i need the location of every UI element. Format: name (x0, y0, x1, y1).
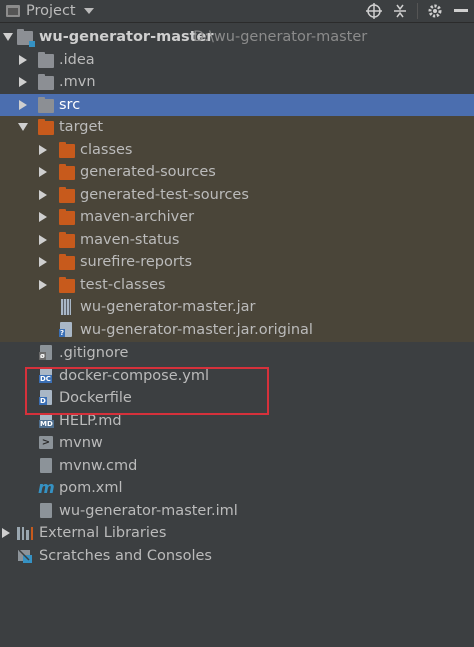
excluded-folder-icon (59, 141, 75, 158)
folder-icon (38, 96, 54, 113)
chevron-down-icon[interactable] (83, 8, 94, 14)
tree-row-maven-archiver[interactable]: maven-archiver (0, 206, 474, 229)
toolbar-divider (417, 3, 418, 19)
tree-item-label: pom.xml (59, 480, 123, 497)
tree-item-label: .mvn (59, 74, 96, 91)
root-label: wu-generator-master (39, 29, 214, 46)
text-file-icon (40, 457, 52, 473)
tree-item-label: wu-generator-master.iml (59, 502, 238, 519)
tree-item-label: surefire-reports (80, 254, 193, 271)
folder-icon (38, 51, 54, 68)
highlight-box (25, 367, 269, 415)
tree-row-generated-test-sources[interactable]: generated-test-sources (0, 183, 474, 206)
expand-arrow-icon[interactable] (19, 54, 27, 65)
excluded-folder-icon (59, 254, 75, 270)
tree-item-label: .gitignore (59, 345, 129, 362)
expand-arrow-icon[interactable] (39, 144, 47, 155)
project-tool-header: Project (0, 0, 474, 23)
tree-row-src[interactable]: src (0, 93, 474, 116)
expand-arrow-icon[interactable] (19, 77, 27, 87)
tree-row-jar-original[interactable]: ? wu-generator-master.jar.original (0, 318, 474, 342)
tree-row-mvnw[interactable]: > mvnw (0, 432, 474, 455)
excluded-folder-icon (59, 164, 75, 180)
tree-item-label: generated-sources (80, 164, 216, 181)
tree-row-classes[interactable]: classes (0, 138, 474, 161)
shell-script-icon: > (39, 436, 53, 449)
root-path: D:\wu-generator-master (193, 29, 368, 46)
tree-item-label: src (59, 96, 81, 113)
expand-arrow-icon[interactable] (39, 257, 47, 267)
header-toolbar (361, 0, 474, 22)
tree-item-label: mvnw.cmd (59, 457, 138, 474)
expand-arrow-icon[interactable] (39, 234, 47, 245)
library-icon (17, 526, 33, 540)
expand-arrow-icon[interactable] (39, 212, 47, 222)
excluded-folder-icon (59, 276, 75, 293)
tree-item-label: classes (80, 141, 133, 158)
scratches-icon (17, 548, 33, 563)
gear-icon[interactable] (422, 0, 448, 22)
tree-item-label: HELP.md (59, 412, 122, 429)
tree-row-root[interactable]: wu-generator-master D:\wu-generator-mast… (0, 26, 474, 49)
tree-row-generated-sources[interactable]: generated-sources (0, 161, 474, 184)
tree-row-mvn[interactable]: .mvn (0, 71, 474, 94)
tree-item-label: test-classes (80, 276, 166, 293)
tree-row-scratches[interactable]: Scratches and Consoles (0, 545, 474, 568)
tree-row-gitignore[interactable]: ø .gitignore (0, 342, 474, 365)
collapse-arrow-icon[interactable] (18, 123, 28, 131)
tree-row-surefire-reports[interactable]: surefire-reports (0, 251, 474, 274)
tree-item-label: wu-generator-master.jar.original (80, 322, 313, 339)
tree-row-test-classes[interactable]: test-classes (0, 273, 474, 296)
expand-arrow-icon[interactable] (19, 99, 27, 110)
locate-icon[interactable] (361, 0, 387, 22)
tree-item-label: target (59, 119, 104, 136)
module-file-icon (40, 502, 52, 518)
folder-icon (38, 74, 54, 90)
expand-arrow-icon[interactable] (39, 167, 47, 177)
tree-row-iml[interactable]: wu-generator-master.iml (0, 500, 474, 523)
tree-item-label: mvnw (59, 435, 103, 452)
excluded-folder-icon (38, 119, 54, 135)
excluded-folder-icon (59, 209, 75, 225)
maven-icon: m (38, 478, 55, 497)
tree-row-pom-xml[interactable]: m pom.xml (0, 477, 474, 500)
tree-row-target[interactable]: target (0, 116, 474, 139)
jar-file-icon (61, 299, 71, 315)
tree-item-label: .idea (59, 51, 95, 68)
excluded-folder-icon (59, 231, 75, 248)
module-folder-icon (17, 29, 35, 47)
unknown-file-icon: ? (59, 321, 72, 337)
gitignore-file-icon: ø (39, 345, 52, 360)
tree-item-label: External Libraries (39, 525, 167, 542)
tree-item-label: maven-status (80, 231, 180, 248)
tree-item-label: wu-generator-master.jar (80, 299, 256, 316)
tree-row-mvnw-cmd[interactable]: mvnw.cmd (0, 455, 474, 478)
project-icon (6, 5, 20, 17)
tree-row-jar[interactable]: wu-generator-master.jar (0, 296, 474, 319)
excluded-folder-icon (59, 186, 75, 203)
tree-row-idea[interactable]: .idea (0, 49, 474, 72)
tree-item-label: Scratches and Consoles (39, 547, 212, 564)
tree-item-label: generated-test-sources (80, 186, 249, 203)
collapse-all-icon[interactable] (387, 0, 413, 22)
tree-row-external-libraries[interactable]: External Libraries (0, 522, 474, 545)
tree-row-maven-status[interactable]: maven-status (0, 228, 474, 251)
project-view-title[interactable]: Project (26, 3, 76, 19)
tree-item-label: maven-archiver (80, 209, 195, 226)
expand-arrow-icon[interactable] (39, 279, 47, 290)
expand-arrow-icon[interactable] (2, 528, 10, 538)
hide-icon[interactable] (448, 0, 474, 22)
expand-arrow-icon[interactable] (39, 189, 47, 200)
expand-arrow-icon[interactable] (3, 33, 13, 41)
